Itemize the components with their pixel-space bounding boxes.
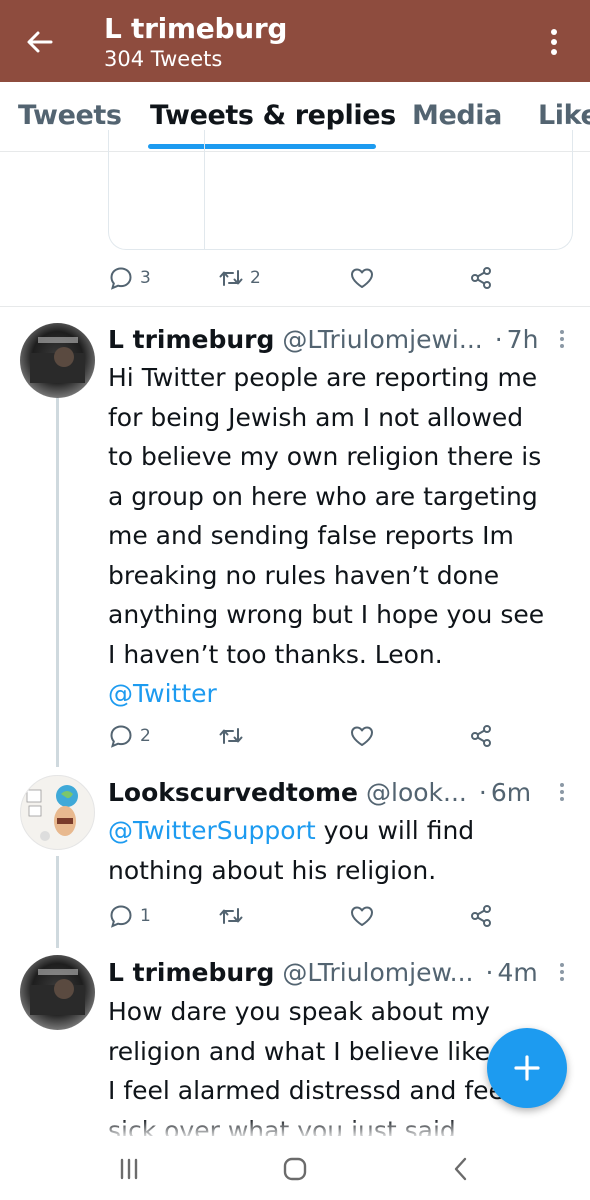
tweet-more-icon[interactable] [557,779,567,805]
reply-button[interactable]: 3 [108,258,151,298]
reply-count: 1 [140,906,151,926]
tweet-line: Hi Twitter people are reporting me [108,363,538,392]
reply-count: 2 [140,726,151,746]
recents-icon[interactable] [114,1154,144,1184]
mention-link[interactable]: @TwitterSupport [108,816,316,845]
tweet-separator [0,306,590,307]
tweet-line: @TwitterSupport you will find [108,811,474,851]
share-button[interactable] [468,716,494,756]
author-handle: @look... [366,777,467,807]
retweet-icon [219,908,243,924]
heart-icon [351,268,373,288]
tweet-line: I haven’t too thanks. Leon. [108,639,443,669]
more-vertical-icon[interactable] [536,24,572,60]
author-handle: @LTriulomjewi... [282,324,483,354]
tab-tweets-and-replies[interactable]: Tweets & replies [150,100,396,131]
arrow-left-icon[interactable] [22,24,58,60]
tweet-line: for being Jewish am I not allowed [108,402,524,432]
tweet-text: @TwitterSupport you will find nothing ab… [108,811,474,890]
tweet-line: nothing about his religion. [108,855,437,885]
author-handle: @LTriulomjew... [282,957,474,987]
tweet-actions: 2 [108,716,508,756]
reply-count: 3 [140,268,151,288]
heart-icon [351,906,373,926]
compose-tweet-button[interactable] [487,1028,567,1108]
avatar-image [26,785,78,841]
mention-link[interactable]: @Twitter [108,674,544,714]
retweet-button[interactable] [218,896,244,936]
profile-header: L trimeburg 304 Tweets [0,0,590,82]
tweet-line: anything wrong but I hope you see [108,600,545,629]
tweet-text-span: you will find [323,816,475,845]
tweet-header: L trimeburg @LTriulomjew... · 4m [108,955,538,989]
thread-line [56,397,59,767]
reply-icon [110,725,132,748]
thread-line [56,856,59,948]
author-name[interactable]: Lookscurvedtome [108,778,358,807]
tab-likes[interactable]: Likes [538,100,590,131]
tweet-line: religion and what I believe like [108,1036,491,1066]
avatar[interactable] [20,323,95,398]
avatar-image [30,969,85,1015]
tweet-more-icon[interactable] [557,326,567,352]
retweet-icon [219,270,243,286]
profile-name: L trimeburg [104,12,288,45]
retweet-button[interactable]: 2 [218,258,261,298]
tweet-line: How dare you speak about my [108,997,490,1026]
tweet-time: 7h [506,324,539,354]
tweet-actions: 3 2 [108,258,508,298]
like-button[interactable] [349,716,375,756]
home-icon[interactable] [280,1154,310,1184]
reply-button[interactable]: 1 [108,896,151,936]
avatar[interactable] [20,955,95,1030]
tweet-actions: 1 [108,896,508,936]
avatar-image [30,337,85,383]
author-name[interactable]: L trimeburg [108,325,274,354]
tweet-count: 304 Tweets [104,47,223,71]
tweet-more-icon[interactable] [557,959,567,985]
separator-dot: · [485,957,494,987]
avatar[interactable] [20,775,95,850]
reply-icon [110,905,132,928]
like-button[interactable] [349,258,375,298]
retweet-count: 2 [250,268,261,288]
reply-button[interactable]: 2 [108,716,151,756]
heart-icon [351,726,373,746]
tweet-line: me and sending false reports Im [108,521,514,550]
share-button[interactable] [468,896,494,936]
share-button[interactable] [468,258,494,298]
tweet-line: a group on here who are targeting [108,481,538,511]
share-icon [471,267,491,289]
author-name[interactable]: L trimeburg [108,958,274,987]
share-icon [471,905,491,927]
tweet-text: Hi Twitter people are reporting me for b… [108,358,544,714]
share-icon [471,725,491,747]
reply-icon [110,267,132,290]
separator-dot: · [494,324,503,354]
tweet-header: Lookscurvedtome @look... · 6m [108,775,531,809]
tweet-line: I feel alarmed distressd and feel [108,1076,511,1105]
plus-icon [514,1055,540,1081]
tab-tweets[interactable]: Tweets [18,100,122,131]
retweet-icon [219,728,243,744]
tweet-time: 6m [490,777,532,807]
tab-media[interactable]: Media [412,100,502,131]
media-card-divider [204,130,205,249]
back-icon[interactable] [446,1154,476,1184]
media-card[interactable] [108,130,573,250]
separator-dot: · [478,777,487,807]
tweet-time: 4m [497,957,538,987]
tweet-line: breaking no rules haven’t done [108,560,500,590]
tweet-line: to believe my own religion there is [108,442,542,471]
retweet-button[interactable] [218,716,244,756]
like-button[interactable] [349,896,375,936]
system-navigation-bar [0,1136,590,1200]
tweet-header: L trimeburg @LTriulomjewi... · 7h [108,322,538,356]
